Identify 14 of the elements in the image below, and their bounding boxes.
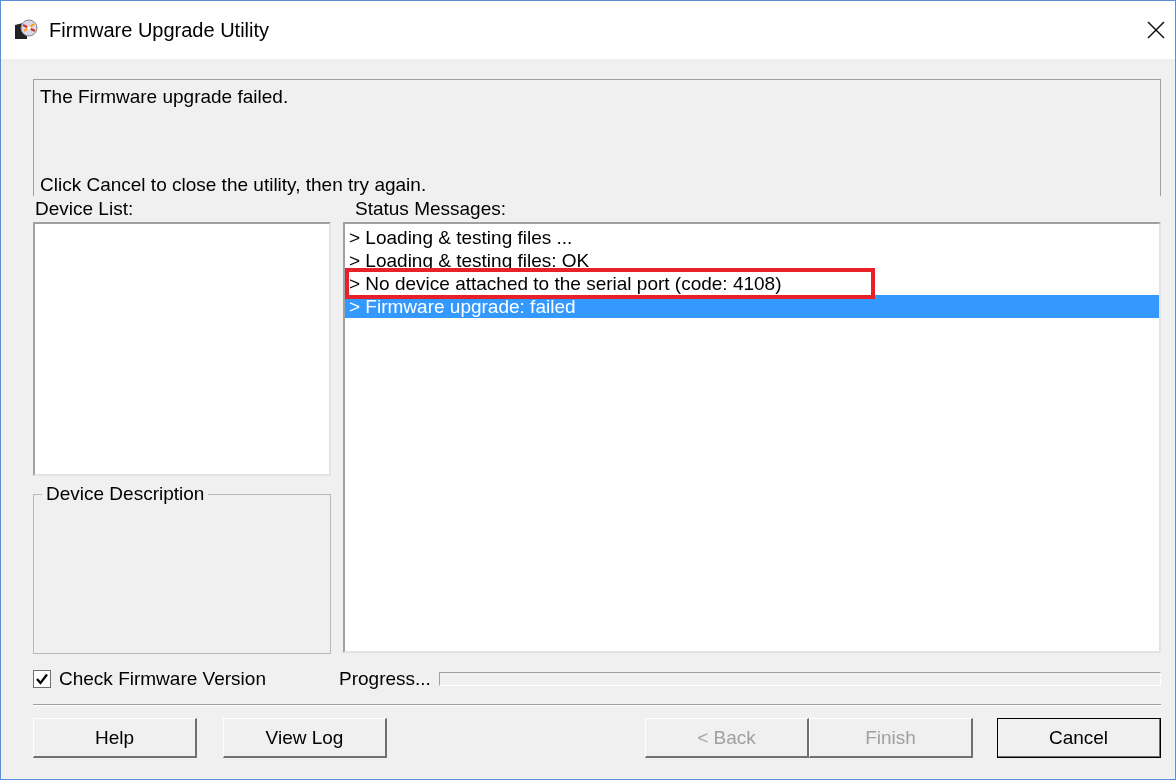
close-icon[interactable] [1147,21,1165,39]
progress-label: Progress... [339,668,431,690]
device-list-label: Device List: [34,197,135,221]
status-message[interactable]: > Loading & testing files ... [345,226,1159,249]
instruction-message: Click Cancel to close the utility, then try again. [40,174,428,196]
disc-box-icon [13,19,39,41]
status-messages-label: Status Messages: [354,197,508,221]
failure-message: The Firmware upgrade failed. [40,86,290,108]
status-message[interactable]: > No device attached to the serial port (code: 4108) [345,272,1159,295]
dialog-button[interactable]: Help [33,718,197,758]
check-firmware-version-checkbox[interactable]: Check Firmware Version [33,668,339,690]
dialog-button[interactable]: Cancel [997,718,1161,758]
window-title: Firmware Upgrade Utility [49,18,271,42]
dialog-button[interactable]: View Log [223,718,387,758]
